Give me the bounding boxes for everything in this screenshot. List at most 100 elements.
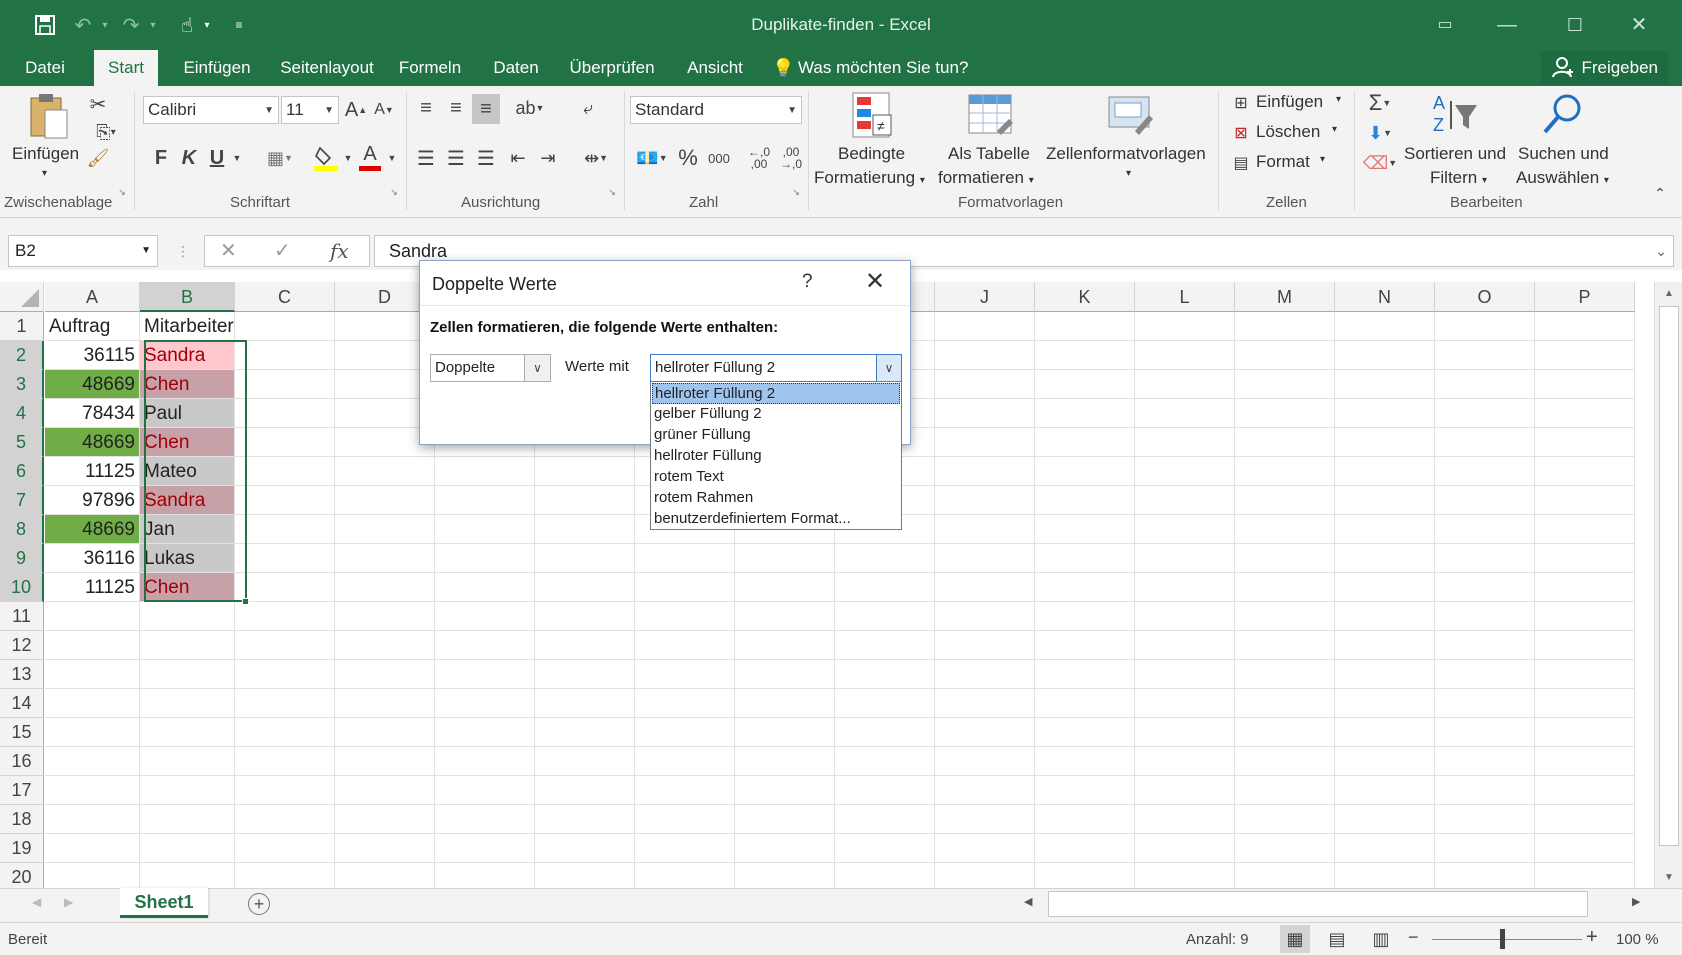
format-option[interactable]: grüner Füllung	[652, 425, 900, 446]
dialog-launcher-icon[interactable]: ↘	[790, 186, 802, 198]
underline-dropdown-icon[interactable]: ▼	[230, 144, 244, 172]
zoom-level[interactable]: 100 %	[1616, 931, 1659, 948]
decrease-indent-icon[interactable]: ⇤	[506, 144, 530, 172]
horizontal-scroll-thumb[interactable]	[1048, 891, 1588, 917]
cell-auftrag[interactable]: 11125	[45, 573, 140, 602]
column-header-j[interactable]: J	[935, 282, 1035, 312]
row-header-11[interactable]: 11	[0, 602, 44, 631]
format-option[interactable]: hellroter Füllung 2	[652, 383, 900, 404]
row-header-13[interactable]: 13	[0, 660, 44, 689]
collapse-ribbon-icon[interactable]: ⌃	[1650, 185, 1670, 201]
find-select-label-2[interactable]: Auswählen ▾	[1516, 168, 1609, 188]
sort-filter-icon[interactable]: AZ	[1430, 90, 1480, 138]
paste-dropdown-icon[interactable]: ▾	[42, 168, 47, 179]
align-left-icon[interactable]: ☰	[414, 144, 438, 172]
font-color-icon[interactable]: A	[356, 140, 384, 174]
row-header-10[interactable]: 10	[0, 573, 44, 602]
row-header-5[interactable]: 5	[0, 428, 44, 457]
fill-dropdown-icon[interactable]: ▼	[342, 144, 354, 172]
add-sheet-icon[interactable]: +	[248, 893, 270, 915]
format-cells-icon[interactable]: ▤	[1230, 152, 1252, 174]
row-header-4[interactable]: 4	[0, 399, 44, 428]
paste-icon[interactable]	[26, 92, 72, 142]
format-cells-label[interactable]: Format	[1256, 152, 1310, 172]
insert-function-icon[interactable]: fx	[330, 236, 358, 266]
cell-auftrag[interactable]: 97896	[45, 486, 140, 515]
delete-dropdown-icon[interactable]: ▾	[1332, 124, 1337, 135]
cell-auftrag[interactable]: 48669	[45, 428, 140, 457]
borders-icon[interactable]: ▦ ▼	[260, 144, 300, 172]
tab-seitenlayout[interactable]: Seitenlayout	[266, 50, 388, 86]
ribbon-display-icon[interactable]: ▭	[1422, 10, 1468, 40]
format-as-table-icon[interactable]	[966, 90, 1016, 140]
delete-cells-icon[interactable]: ⊠	[1230, 122, 1252, 144]
format-option[interactable]: hellroter Füllung	[652, 446, 900, 467]
tab-start[interactable]: Start	[94, 50, 158, 86]
percent-button[interactable]: %	[676, 144, 700, 172]
increase-indent-icon[interactable]: ⇥	[536, 144, 560, 172]
duplicate-type-select[interactable]: Doppelte ∨	[430, 354, 551, 382]
thousands-button[interactable]: 000	[704, 144, 734, 172]
zoom-slider-thumb[interactable]	[1500, 929, 1505, 949]
grow-font-icon[interactable]: A ▲	[344, 96, 368, 124]
vertical-scroll-thumb[interactable]	[1659, 306, 1679, 846]
row-header-2[interactable]: 2	[0, 341, 44, 370]
delete-cells-label[interactable]: Löschen	[1256, 122, 1320, 142]
clear-icon[interactable]: ⌫ ▼	[1360, 150, 1400, 176]
maximize-icon[interactable]: ☐	[1552, 10, 1598, 40]
cell-auftrag[interactable]: 11125	[45, 457, 140, 486]
row-header-12[interactable]: 12	[0, 631, 44, 660]
conditional-formatting-icon[interactable]: ≠	[850, 90, 896, 140]
chevron-down-icon[interactable]: ∨	[876, 354, 902, 382]
increase-decimal-icon[interactable]: ←,0,00	[744, 142, 774, 174]
tab-ansicht[interactable]: Ansicht	[678, 50, 752, 86]
row-header-7[interactable]: 7	[0, 486, 44, 515]
cell-auftrag[interactable]: 48669	[45, 370, 140, 399]
row-header-6[interactable]: 6	[0, 457, 44, 486]
close-icon[interactable]: ✕	[860, 269, 890, 295]
cancel-entry-icon[interactable]: ✕	[220, 236, 244, 266]
orientation-icon[interactable]: ab ▼	[510, 94, 550, 122]
close-window-icon[interactable]: ✕	[1616, 10, 1662, 40]
sort-filter-label-2[interactable]: Filtern ▾	[1430, 168, 1487, 188]
cut-icon[interactable]: ✂	[86, 92, 110, 116]
column-header-l[interactable]: L	[1135, 282, 1235, 312]
cell-b1-header[interactable]: Mitarbeiter	[140, 312, 235, 341]
column-header-c[interactable]: C	[235, 282, 335, 312]
font-size-box[interactable]: 11 ▼	[281, 96, 339, 124]
number-format-box[interactable]: Standard ▼	[630, 96, 802, 124]
select-all-corner[interactable]	[0, 282, 44, 312]
accounting-format-icon[interactable]: 💶 ▼	[632, 144, 672, 172]
expand-formula-icon[interactable]: ⌄	[1655, 236, 1667, 266]
paste-label[interactable]: Einfügen	[12, 144, 79, 164]
cell-styles-dropdown-icon[interactable]: ▾	[1126, 168, 1131, 179]
dialog-launcher-icon[interactable]: ↘	[606, 186, 618, 198]
wrap-text-icon[interactable]: ⤶	[576, 94, 600, 122]
fill-handle[interactable]	[242, 598, 249, 605]
find-select-icon[interactable]	[1538, 90, 1588, 138]
row-header-3[interactable]: 3	[0, 370, 44, 399]
tab-einfuegen[interactable]: Einfügen	[172, 50, 262, 86]
next-sheet-icon[interactable]: ▶	[64, 895, 73, 909]
confirm-entry-icon[interactable]: ✓	[274, 236, 298, 266]
conditional-formatting-label[interactable]: Bedingte	[838, 144, 905, 164]
row-header-16[interactable]: 16	[0, 747, 44, 776]
fill-color-icon[interactable]	[312, 142, 342, 174]
column-header-n[interactable]: N	[1335, 282, 1435, 312]
underline-button[interactable]: U	[206, 144, 228, 172]
cell-auftrag[interactable]: 48669	[45, 515, 140, 544]
cell-styles-icon[interactable]	[1106, 90, 1156, 140]
vertical-scrollbar[interactable]: ▲ ▼	[1654, 282, 1682, 890]
page-break-view-icon[interactable]: ▥	[1366, 925, 1396, 953]
insert-dropdown-icon[interactable]: ▾	[1336, 94, 1341, 105]
row-header-8[interactable]: 8	[0, 515, 44, 544]
tab-ueberpruefen[interactable]: Überprüfen	[562, 50, 662, 86]
italic-button[interactable]: K	[178, 144, 200, 172]
row-header-15[interactable]: 15	[0, 718, 44, 747]
font-name-box[interactable]: Calibri ▼	[143, 96, 279, 124]
tell-me-box[interactable]: Was möchten Sie tun?	[798, 50, 998, 86]
scroll-down-icon[interactable]: ▼	[1664, 872, 1674, 883]
cell-auftrag[interactable]: 78434	[45, 399, 140, 428]
format-as-table-label[interactable]: Als Tabelle	[948, 144, 1030, 164]
row-header-9[interactable]: 9	[0, 544, 44, 573]
